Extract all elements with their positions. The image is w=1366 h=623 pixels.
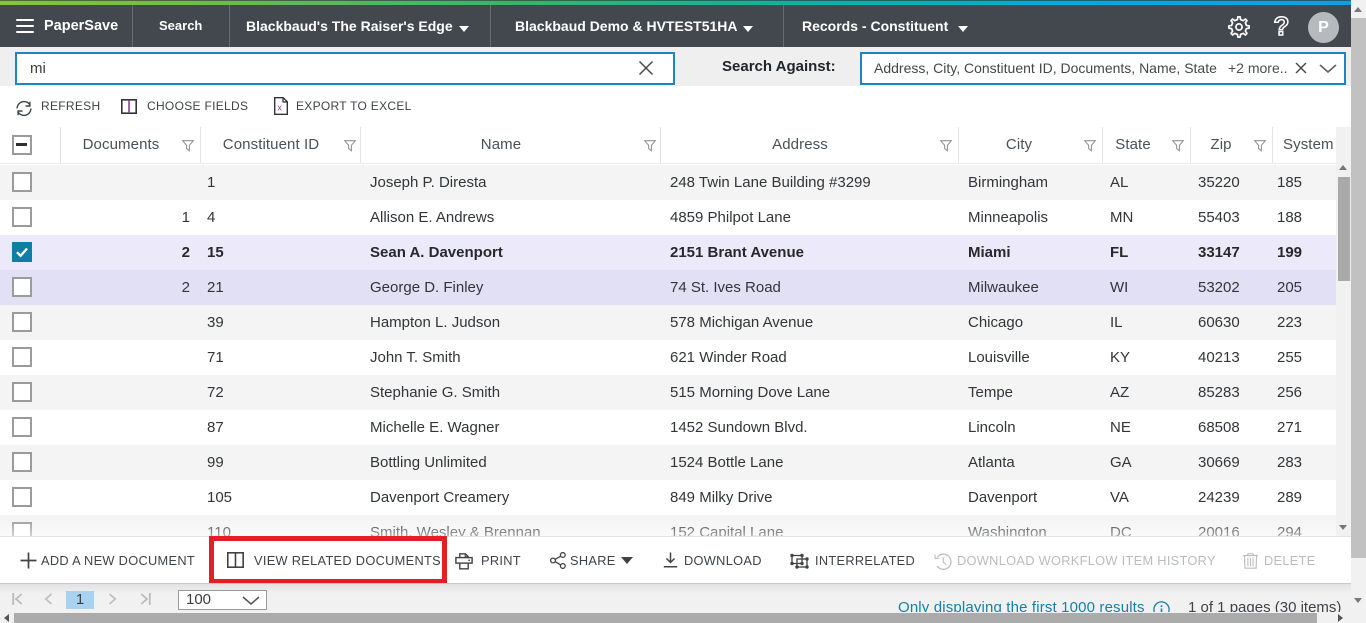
svg-text:x: x [277, 103, 282, 113]
